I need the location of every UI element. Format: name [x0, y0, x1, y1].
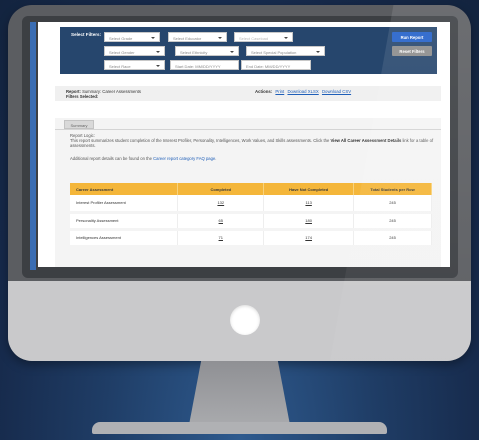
column-header: Career Assessment — [70, 183, 179, 195]
chevron-down-icon — [218, 36, 222, 39]
column-header: Total Students per Row — [353, 183, 432, 195]
table-cell: Intelligences Assessment — [70, 229, 179, 248]
actions-group: Actions: Print Download XLSX Download CS… — [255, 89, 351, 94]
run-report-button[interactable]: Run Report — [392, 32, 432, 42]
select-race[interactable]: Select Race — [104, 60, 165, 70]
additional-text: Additional report details can be found o… — [70, 156, 154, 161]
chevron-down-icon — [316, 50, 320, 53]
start-date-input[interactable]: Start Date: MM/DD/YYYY — [170, 60, 239, 70]
select-caseload-label: Select Caseload — [239, 35, 269, 41]
print-link[interactable]: Print — [275, 89, 284, 94]
chevron-down-icon — [156, 64, 160, 67]
end-date-placeholder: End Date: MM/DD/YYYY — [246, 63, 291, 69]
table-cell: Personality Assessment — [70, 212, 179, 231]
reset-filters-button[interactable]: Reset Filters — [392, 46, 432, 56]
chevron-down-icon — [151, 36, 155, 39]
table-cell: Interest Profiler Assessment — [70, 195, 179, 214]
filters-selected: Filters Selected: — [66, 94, 98, 99]
table-cell-link[interactable]: 71 — [177, 229, 265, 248]
select-special-population[interactable]: Select Special Population — [246, 46, 325, 56]
table-cell-link[interactable]: 65 — [177, 212, 265, 231]
monitor-stand-neck — [189, 361, 290, 425]
select-ethnicity-label: Select Ethnicity — [180, 49, 208, 55]
select-gender[interactable]: Select Gender — [104, 46, 165, 56]
select-educator[interactable]: Select Educator — [168, 32, 227, 42]
faq-link[interactable]: Career report category FAQ page — [153, 156, 215, 161]
filter-panel: Select Filters: Select Grade Select Educ… — [60, 27, 437, 74]
filters-selected-label: Filters Selected: — [66, 94, 99, 99]
table-cell: 245 — [353, 229, 432, 248]
view-all-details-link[interactable]: View All Career Assessment Details — [330, 138, 401, 143]
end-date-input[interactable]: End Date: MM/DD/YYYY — [241, 60, 311, 70]
select-ethnicity[interactable]: Select Ethnicity — [175, 46, 239, 56]
chevron-down-icon — [156, 50, 160, 53]
select-caseload[interactable]: Select Caseload — [234, 32, 293, 42]
table-row: Personality Assessment 65 180 245 — [70, 212, 432, 231]
table-cell-link[interactable]: 132 — [177, 195, 265, 214]
table-row: Interest Profiler Assessment 132 113 245 — [70, 195, 432, 214]
assessment-table: Career Assessment Completed Have Not Com… — [70, 183, 432, 248]
additional-details: Additional report details can be found o… — [70, 156, 435, 161]
report-info-bar: Report: Summary: Career Assessments Filt… — [55, 86, 441, 101]
select-grade-label: Select Grade — [109, 35, 133, 41]
select-educator-label: Select Educator — [173, 35, 202, 41]
additional-end: . — [215, 156, 217, 161]
summary-content: Report Logic: This report summarizes stu… — [55, 129, 441, 267]
monitor-stand-base — [92, 422, 387, 434]
select-gender-label: Select Gender — [109, 49, 135, 55]
column-header: Have Not Completed — [263, 183, 355, 195]
table-row: Intelligences Assessment 71 174 245 — [70, 229, 432, 248]
logic-text: This report summarizes student completio… — [70, 138, 331, 143]
chevron-down-icon — [230, 50, 234, 53]
tab-summary[interactable]: Summary — [64, 120, 94, 129]
screen: Select Filters: Select Grade Select Educ… — [38, 22, 450, 267]
filter-label: Select Filters: — [71, 32, 102, 37]
select-special-population-label: Select Special Population — [251, 49, 297, 55]
report-logic-text: This report summarizes student completio… — [70, 138, 435, 149]
table-header-row: Career Assessment Completed Have Not Com… — [70, 183, 432, 195]
power-button-icon — [230, 305, 260, 335]
actions-label: Actions: — [255, 89, 273, 94]
table-cell-link[interactable]: 174 — [263, 229, 355, 248]
select-grade[interactable]: Select Grade — [104, 32, 160, 42]
start-date-placeholder: Start Date: MM/DD/YYYY — [175, 63, 221, 69]
download-xlsx-link[interactable]: Download XLSX — [287, 89, 318, 94]
screen-edge-strip — [30, 22, 36, 270]
table-cell-link[interactable]: 180 — [263, 212, 355, 231]
chevron-down-icon — [284, 36, 288, 39]
table-cell: 245 — [353, 212, 432, 231]
summary-section: Summary Report Logic: This report summar… — [55, 118, 441, 267]
column-header: Completed — [177, 183, 265, 195]
download-csv-link[interactable]: Download CSV — [322, 89, 351, 94]
table-cell-link[interactable]: 113 — [263, 195, 355, 214]
select-race-label: Select Race — [109, 63, 131, 69]
table-cell: 245 — [353, 195, 432, 214]
